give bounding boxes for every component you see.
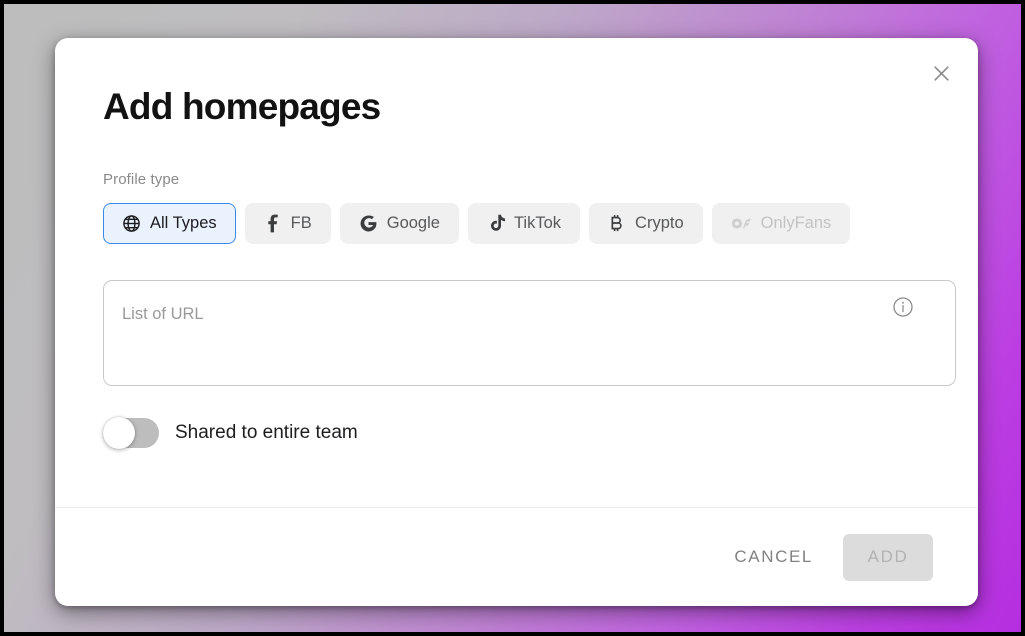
profile-type-chip-group: All Types FB Google TikTok Crypto OnlyFa… xyxy=(103,202,930,244)
close-icon[interactable] xyxy=(926,58,956,88)
info-icon[interactable] xyxy=(892,296,914,318)
profile-type-label: Profile type xyxy=(103,170,180,188)
modal-backdrop: Add homepages Profile type All Types FB … xyxy=(4,4,1021,632)
bitcoin-icon xyxy=(608,214,626,233)
chip-crypto[interactable]: Crypto xyxy=(589,202,703,244)
dialog-body: Add homepages Profile type All Types FB … xyxy=(55,38,978,507)
toggle-knob xyxy=(103,416,135,449)
facebook-icon xyxy=(264,214,282,233)
chip-google[interactable]: Google xyxy=(339,202,459,244)
google-icon xyxy=(359,214,378,233)
chip-label: Google xyxy=(386,213,440,232)
shared-to-team-toggle[interactable] xyxy=(103,416,159,449)
chip-label: FB xyxy=(290,213,312,232)
tiktok-icon xyxy=(487,214,505,233)
page-title: Add homepages xyxy=(103,86,381,127)
shared-to-team-row: Shared to entire team xyxy=(103,416,930,449)
url-field-wrapper xyxy=(103,279,956,386)
chip-label: All Types xyxy=(150,213,217,232)
add-button[interactable]: ADD xyxy=(843,533,933,581)
globe-icon xyxy=(122,214,141,233)
chip-fb[interactable]: FB xyxy=(244,202,331,244)
url-input[interactable] xyxy=(103,279,956,386)
chip-onlyfans: OnlyFans xyxy=(711,202,851,244)
add-homepages-dialog: Add homepages Profile type All Types FB … xyxy=(55,38,978,606)
chip-label: TikTok xyxy=(513,213,562,232)
cancel-button[interactable]: CANCEL xyxy=(718,535,829,579)
chip-all-types[interactable]: All Types xyxy=(103,202,236,244)
onlyfans-icon xyxy=(731,215,752,232)
dialog-footer: CANCEL ADD xyxy=(55,507,978,606)
shared-to-team-label: Shared to entire team xyxy=(175,421,358,443)
chip-tiktok[interactable]: TikTok xyxy=(467,202,581,244)
chip-label: OnlyFans xyxy=(760,213,832,232)
chip-label: Crypto xyxy=(635,213,684,232)
